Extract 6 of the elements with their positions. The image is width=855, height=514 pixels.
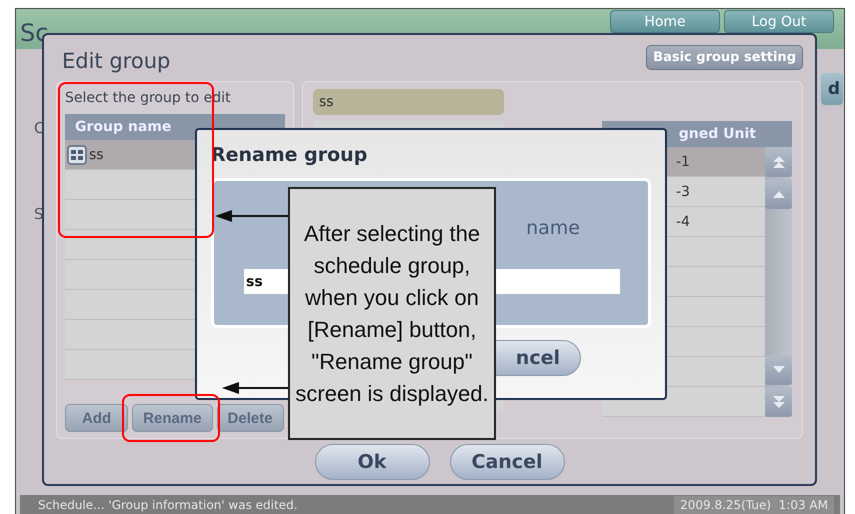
status-datetime: 2009.8.25(Tue) 1:03 AM bbox=[674, 496, 834, 514]
side-label: S bbox=[34, 205, 44, 223]
group-name: ss bbox=[89, 146, 104, 162]
dialog-title: Edit group bbox=[62, 49, 170, 73]
status-message: Schedule... 'Group information' was edited. bbox=[38, 498, 298, 512]
field-label: name bbox=[526, 217, 580, 239]
